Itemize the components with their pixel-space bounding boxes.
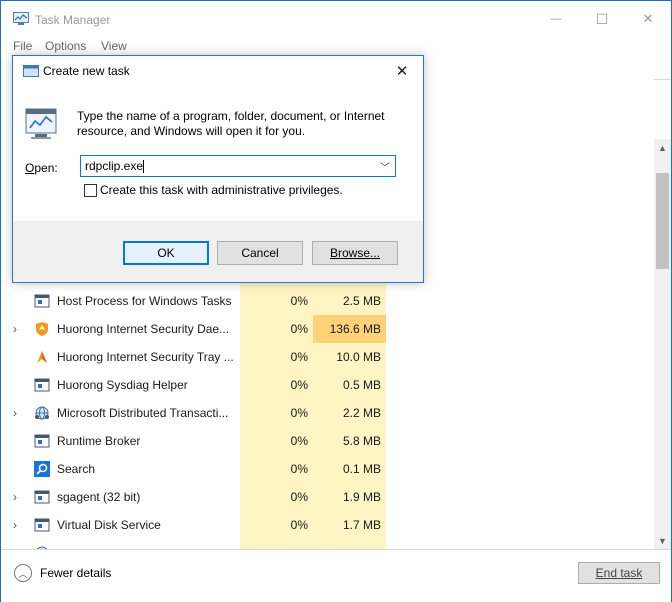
service-window-icon <box>34 434 50 448</box>
ok-label: OK <box>157 246 175 260</box>
admin-privileges-label[interactable]: Create this task with administrative pri… <box>100 183 343 197</box>
process-memory: 136.6 MB <box>329 322 381 336</box>
process-row[interactable]: › Microsoft Distributed Transacti... 0% … <box>1 399 654 427</box>
end-task-button[interactable]: End task <box>578 562 660 584</box>
process-cpu: 0% <box>290 294 308 308</box>
process-name: Search <box>57 462 96 476</box>
scroll-down-icon[interactable]: ▼ <box>654 532 671 549</box>
close-icon: ✕ <box>642 11 654 26</box>
maximize-button[interactable]: ☐ <box>579 1 625 37</box>
browse-button[interactable]: Browse... <box>312 241 398 265</box>
expand-chevron-icon[interactable]: › <box>13 406 23 420</box>
close-button[interactable]: ✕ <box>625 1 671 37</box>
process-row[interactable]: Search 0% 0.1 MB <box>1 455 654 483</box>
window-title: Task Manager <box>35 13 111 27</box>
process-memory: 5.8 MB <box>342 434 381 448</box>
fewer-details-link[interactable]: Fewer details <box>40 566 111 580</box>
process-cpu: 0% <box>290 518 308 532</box>
expand-chevron-icon[interactable]: › <box>13 518 23 532</box>
process-row[interactable]: Huorong Sysdiag Helper 0% 0.5 MB <box>1 371 654 399</box>
process-cpu: 0% <box>290 490 308 504</box>
menu-view[interactable]: View <box>101 39 127 53</box>
minimize-icon: — <box>550 13 562 25</box>
process-name: Runtime Broker <box>57 434 141 448</box>
process-name: Huorong Internet Security Tray ... <box>57 350 233 364</box>
dialog-button-bar: OK Cancel Browse... <box>13 221 423 282</box>
process-cpu: 0% <box>290 378 308 392</box>
close-icon: ✕ <box>395 63 409 80</box>
process-memory: 0.1 MB <box>342 462 381 476</box>
expand-chevron-icon[interactable]: › <box>13 322 23 336</box>
service-window-icon <box>34 378 50 392</box>
menu-bar: File Options View <box>1 37 671 57</box>
process-name: sgagent (32 bit) <box>57 490 141 504</box>
dialog-title: Create new task <box>43 64 130 78</box>
dialog-title-bar[interactable]: Create new task ✕ <box>13 56 423 86</box>
end-task-label: End task <box>595 566 643 580</box>
process-row-partial <box>1 539 654 549</box>
process-memory: 2.5 MB <box>342 294 381 308</box>
cancel-button[interactable]: Cancel <box>217 241 303 265</box>
scroll-thumb[interactable] <box>656 173 669 269</box>
chevron-up-circle-icon[interactable]: ︿ <box>14 564 32 582</box>
process-row[interactable]: Runtime Broker 0% 5.8 MB <box>1 427 654 455</box>
process-memory: 1.9 MB <box>342 490 381 504</box>
dialog-body: Type the name of a program, folder, docu… <box>13 86 423 221</box>
task-manager-icon <box>13 12 29 25</box>
expand-chevron-icon[interactable]: › <box>13 490 23 504</box>
create-new-task-dialog: Create new task ✕ Type the name of a pro… <box>12 55 424 283</box>
open-input[interactable]: rdpclip.exe <box>85 159 365 174</box>
service-window-icon <box>34 490 50 504</box>
process-memory: 0.5 MB <box>342 378 381 392</box>
open-label: Open: <box>25 161 58 175</box>
network-globe-icon <box>35 406 49 420</box>
process-name: Virtual Disk Service <box>57 518 161 532</box>
search-icon <box>34 461 50 477</box>
vertical-scrollbar[interactable]: ▲ ▼ <box>654 139 671 549</box>
service-window-icon <box>34 294 50 308</box>
process-name: Microsoft Distributed Transacti... <box>57 406 229 420</box>
process-row[interactable]: Huorong Internet Security Tray ... 0% 10… <box>1 343 654 371</box>
process-memory: 10.0 MB <box>336 350 381 364</box>
huorong-tray-icon <box>37 351 47 363</box>
minimize-button[interactable]: — <box>533 1 579 37</box>
cancel-label: Cancel <box>241 246 279 260</box>
ok-button[interactable]: OK <box>123 241 209 265</box>
process-row[interactable]: Host Process for Windows Tasks 0% 2.5 MB <box>1 287 654 315</box>
title-bar[interactable]: Task Manager — ☐ ✕ <box>1 1 671 37</box>
service-window-icon <box>34 518 50 532</box>
text-caret <box>143 160 145 174</box>
run-program-icon <box>25 108 57 139</box>
process-name: Host Process for Windows Tasks <box>57 294 232 308</box>
open-label-rest: pen: <box>34 161 58 175</box>
dialog-close-button[interactable]: ✕ <box>387 60 417 82</box>
admin-privileges-checkbox[interactable] <box>84 184 97 197</box>
dialog-prompt-text: Type the name of a program, folder, docu… <box>77 109 385 138</box>
process-cpu: 0% <box>290 406 308 420</box>
process-cpu: 0% <box>290 462 308 476</box>
maximize-icon: ☐ <box>595 10 609 27</box>
browse-label: Browse... <box>329 246 380 260</box>
process-cpu: 0% <box>290 322 308 336</box>
menu-options[interactable]: Options <box>45 39 86 53</box>
open-input-value: rdpclip.exe <box>85 159 144 173</box>
process-name: Huorong Sysdiag Helper <box>57 378 188 392</box>
chevron-down-icon[interactable]: ﹀ <box>378 159 392 174</box>
process-row[interactable]: › Virtual Disk Service 0% 1.7 MB <box>1 511 654 539</box>
huorong-shield-icon <box>36 322 48 336</box>
menu-file[interactable]: File <box>13 39 32 53</box>
scroll-up-icon[interactable]: ▲ <box>654 139 671 156</box>
process-memory: 1.7 MB <box>342 518 381 532</box>
process-row[interactable]: › sgagent (32 bit) 0% 1.9 MB <box>1 483 654 511</box>
footer-bar: ︿ Fewer details End task <box>1 549 671 602</box>
open-combobox[interactable]: rdpclip.exe ﹀ <box>80 155 396 177</box>
process-memory: 2.2 MB <box>342 406 381 420</box>
process-cpu: 0% <box>290 434 308 448</box>
process-name: Huorong Internet Security Dae... <box>57 322 230 336</box>
process-cpu: 0% <box>290 350 308 364</box>
run-dialog-icon <box>23 65 39 77</box>
process-row[interactable]: › Huorong Internet Security Dae... 0% 13… <box>1 315 654 343</box>
